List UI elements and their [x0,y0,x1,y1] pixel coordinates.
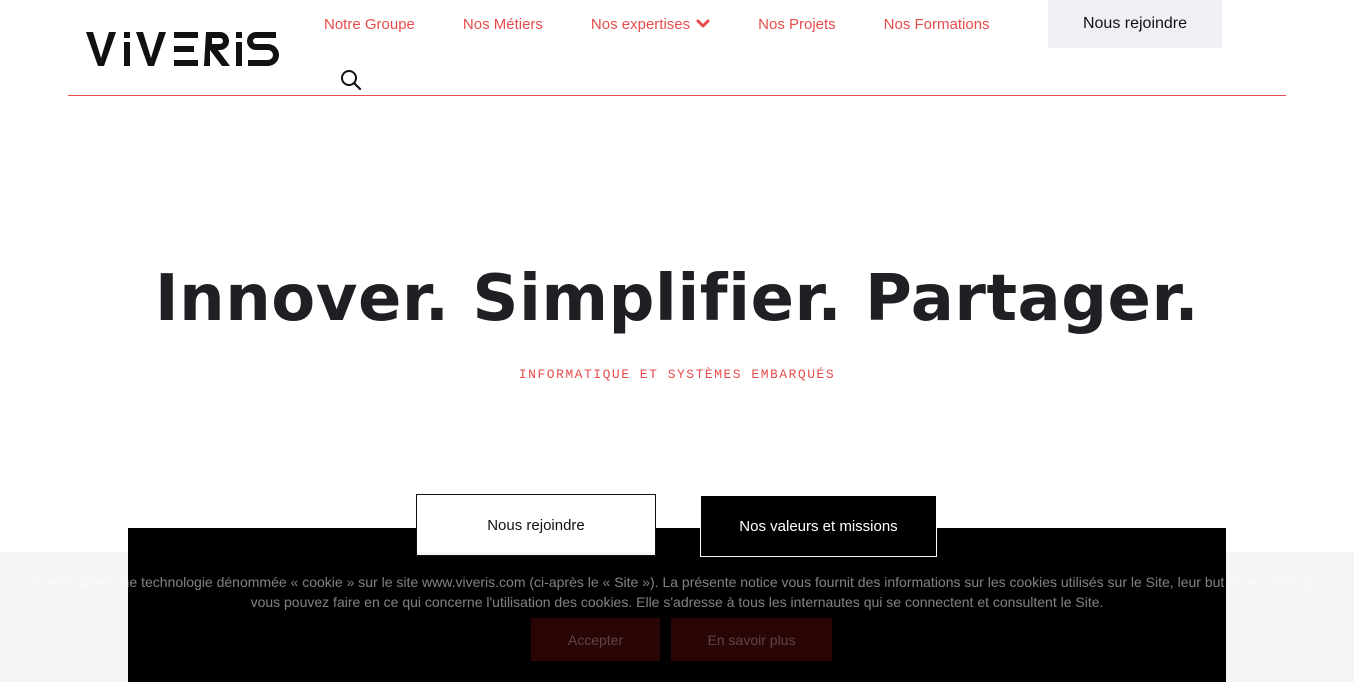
nos-valeurs-button[interactable]: Nos valeurs et missions [700,495,937,557]
nav-label: Nos Projets [758,15,836,33]
close-icon[interactable]: × [1320,610,1336,626]
site-header: Notre Groupe Nos Métiers Nos expertises … [68,0,1286,96]
main-nav: Notre Groupe Nos Métiers Nos expertises … [324,0,1038,48]
nav-item-nos-projets[interactable]: Nos Projets [758,16,836,33]
nav-item-nos-metiers[interactable]: Nos Métiers [463,16,543,33]
chevron-down-icon [696,16,710,33]
cookie-notice-text: Viveris utilise une technologie dénommée… [28,574,1326,610]
nav-label: Nos Métiers [462,15,543,33]
cookie-accept-button[interactable]: Accepter [531,618,660,661]
viveris-logo[interactable] [86,28,282,68]
nous-rejoindre-nav-button[interactable]: Nous rejoindre [1048,0,1222,48]
hero-subtitle: INFORMATIQUE ET SYSTÈMES EMBARQUÉS [518,367,836,382]
hero-title: Innover. Simplifier. Partager. [154,262,1200,336]
nav-label: Nos Formations [883,15,990,33]
search-icon[interactable] [340,69,362,91]
nav-label: Nos expertises [590,15,691,33]
nous-rejoindre-cta-button[interactable]: Nous rejoindre [416,494,656,556]
cookie-banner: Viveris utilise une technologie dénommée… [0,552,1354,682]
logo-wordmark [86,32,279,66]
page: Notre Groupe Nos Métiers Nos expertises … [0,0,1366,682]
nav-item-nos-expertises[interactable]: Nos expertises [591,16,710,33]
nav-label: Notre Groupe [324,15,415,33]
nav-item-nos-formations[interactable]: Nos Formations [884,16,990,33]
cookie-learn-more-button[interactable]: En savoir plus [671,618,832,661]
nav-item-notre-groupe[interactable]: Notre Groupe [324,16,415,33]
